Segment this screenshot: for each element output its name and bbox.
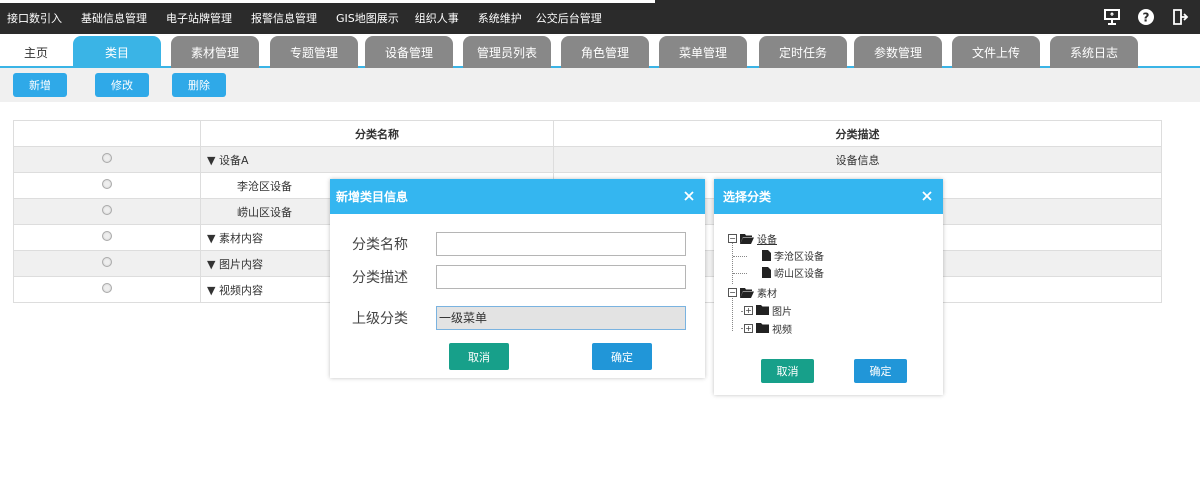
cancel-button[interactable]: 取消: [761, 359, 814, 383]
tab-scheduled-task[interactable]: 定时任务: [759, 36, 847, 68]
svg-text:?: ?: [1143, 11, 1150, 25]
tab-role[interactable]: 角色管理: [561, 36, 649, 68]
row-radio[interactable]: [102, 257, 112, 267]
help-icon[interactable]: ?: [1136, 7, 1156, 27]
top-menu-bar: 接口数引入 基础信息管理 电子站牌管理 报警信息管理 GIS地图展示 组织人事 …: [0, 0, 1200, 34]
cancel-button[interactable]: 取消: [449, 343, 509, 370]
tab-admin-list[interactable]: 管理员列表: [463, 36, 551, 68]
desc-column-header: 分类描述: [553, 120, 1162, 147]
name-field-row: 分类名称: [352, 232, 686, 256]
confirm-button[interactable]: 确定: [592, 343, 652, 370]
folder-open-icon: [740, 287, 754, 298]
name-label: 分类名称: [352, 237, 408, 253]
close-icon[interactable]: [919, 188, 935, 204]
select-category-dialog: 选择分类 − 设备 李沧区设备 崂山区设备 − 素材 + 图片 + 视频 取消 …: [714, 179, 943, 395]
top-strip: [0, 0, 655, 3]
tab-home[interactable]: 主页: [6, 36, 66, 68]
toolbar: 新增 修改 删除: [0, 68, 1200, 102]
table-header-row: 分类名称 分类描述: [13, 120, 1162, 147]
top-menu-item[interactable]: 报警信息管理: [251, 10, 317, 26]
table-row[interactable]: ▼ 设备A 设备信息: [13, 146, 1162, 173]
confirm-button[interactable]: 确定: [854, 359, 907, 383]
select-column-header: [13, 120, 201, 147]
row-radio[interactable]: [102, 153, 112, 163]
tab-bar: 主页 类目 素材管理 专题管理 设备管理 管理员列表 角色管理 菜单管理 定时任…: [0, 34, 1200, 68]
collapse-icon[interactable]: −: [728, 233, 737, 243]
tab-category[interactable]: 类目: [73, 36, 161, 68]
dialog-header: 选择分类: [714, 179, 943, 214]
tree-label: 崂山区设备: [774, 268, 824, 280]
folder-icon: [756, 323, 769, 333]
row-name: ▼ 设备A: [200, 146, 554, 173]
tree-node-material[interactable]: − 素材: [728, 285, 777, 300]
file-icon: [762, 249, 771, 261]
close-icon[interactable]: [681, 188, 697, 204]
tree-node-picture[interactable]: + 图片: [744, 303, 792, 318]
dialog-title: 新增类目信息: [336, 190, 409, 204]
collapse-icon[interactable]: −: [728, 287, 737, 297]
dialog-title: 选择分类: [723, 190, 772, 204]
expand-icon[interactable]: +: [744, 323, 753, 333]
top-menu-item[interactable]: 电子站牌管理: [166, 10, 232, 26]
row-radio[interactable]: [102, 231, 112, 241]
top-menu-item[interactable]: 接口数引入: [7, 10, 62, 26]
tree-label: 素材: [757, 288, 777, 300]
desc-label: 分类描述: [352, 270, 408, 286]
top-menu-item[interactable]: 公交后台管理: [536, 10, 602, 26]
folder-icon: [756, 305, 769, 315]
tab-material[interactable]: 素材管理: [171, 36, 259, 68]
tab-file-upload[interactable]: 文件上传: [952, 36, 1040, 68]
monitor-icon[interactable]: [1102, 7, 1122, 27]
tree-node-device[interactable]: − 设备: [728, 231, 777, 246]
parent-select[interactable]: 一级菜单: [436, 306, 686, 330]
name-input[interactable]: [436, 232, 686, 256]
tree-node-licang[interactable]: 李沧区设备: [762, 248, 824, 263]
top-menu-item[interactable]: 组织人事: [415, 10, 459, 26]
tree-label: 视频: [772, 324, 792, 336]
tree-label: 图片: [772, 306, 792, 318]
edit-button[interactable]: 修改: [95, 73, 149, 97]
folder-open-icon: [740, 233, 754, 244]
tree-label: 设备: [757, 234, 777, 246]
dialog-header: 新增类目信息: [330, 179, 705, 214]
tab-system-log[interactable]: 系统日志: [1050, 36, 1138, 68]
tree-node-laoshan[interactable]: 崂山区设备: [762, 265, 824, 280]
add-category-dialog: 新增类目信息 分类名称 分类描述 上级分类 一级菜单 取消 确定: [330, 179, 705, 378]
top-menu-item[interactable]: 系统维护: [478, 10, 522, 26]
row-radio[interactable]: [102, 205, 112, 215]
tab-device[interactable]: 设备管理: [365, 36, 453, 68]
name-column-header: 分类名称: [200, 120, 554, 147]
top-icons: ?: [1102, 7, 1190, 27]
tree-node-video[interactable]: + 视频: [744, 321, 792, 336]
tab-topic[interactable]: 专题管理: [270, 36, 358, 68]
desc-input[interactable]: [436, 265, 686, 289]
tab-parameters[interactable]: 参数管理: [854, 36, 942, 68]
add-button[interactable]: 新增: [13, 73, 67, 97]
tree-label: 李沧区设备: [774, 251, 824, 263]
row-radio[interactable]: [102, 283, 112, 293]
delete-button[interactable]: 删除: [172, 73, 226, 97]
expand-icon[interactable]: +: [744, 305, 753, 315]
parent-field-row: 上级分类 一级菜单: [352, 306, 686, 330]
parent-label: 上级分类: [352, 311, 408, 327]
logout-icon[interactable]: [1170, 7, 1190, 27]
row-desc: 设备信息: [553, 146, 1162, 173]
row-radio[interactable]: [102, 179, 112, 189]
desc-field-row: 分类描述: [352, 265, 686, 289]
top-menu-item[interactable]: 基础信息管理: [81, 10, 147, 26]
top-menu: 接口数引入 基础信息管理 电子站牌管理 报警信息管理 GIS地图展示 组织人事 …: [7, 10, 621, 26]
tab-menu[interactable]: 菜单管理: [659, 36, 747, 68]
top-menu-item[interactable]: GIS地图展示: [336, 10, 399, 26]
file-icon: [762, 266, 771, 278]
